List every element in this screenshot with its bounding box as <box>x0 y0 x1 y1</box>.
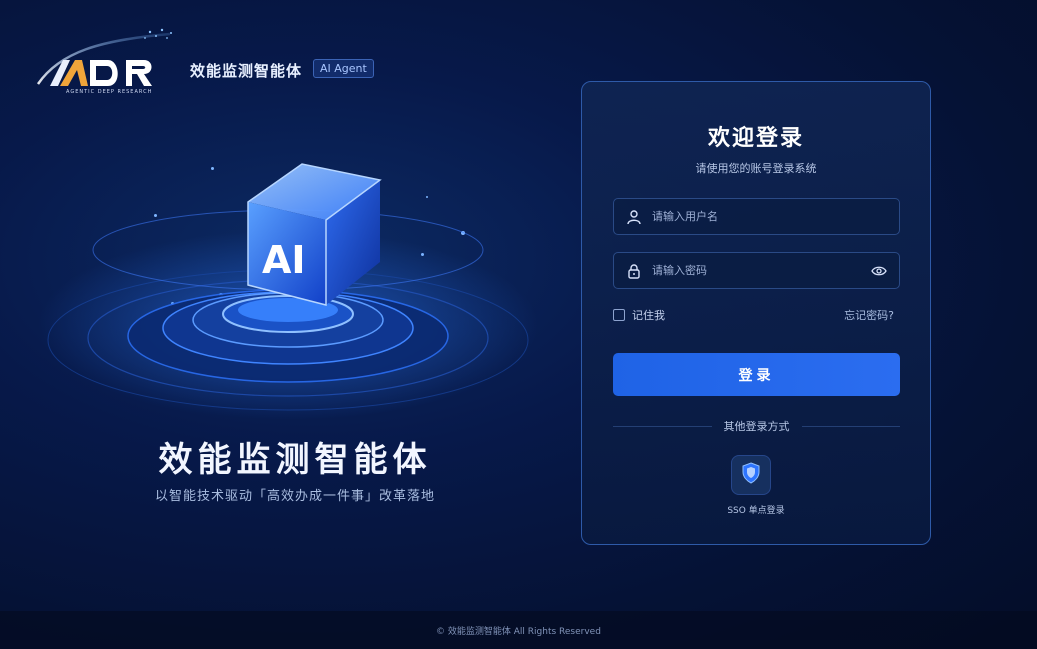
hero-title: 效能监测智能体 <box>158 440 432 480</box>
username-field[interactable] <box>613 198 900 235</box>
remember-label: 记住我 <box>632 309 665 322</box>
lock-icon <box>626 263 642 279</box>
login-button[interactable]: 登录 <box>613 353 900 396</box>
password-input[interactable] <box>652 264 871 277</box>
login-subtitle: 请使用您的账号登录系统 <box>695 162 817 175</box>
other-login-label: 其他登录方式 <box>723 420 790 433</box>
hero-illustration: AI <box>30 140 560 430</box>
user-icon <box>626 209 642 225</box>
sso-label: SSO 单点登录 <box>727 506 785 516</box>
copyright-text: © 效能监测智能体 All Rights Reserved <box>436 626 601 637</box>
other-login-divider: 其他登录方式 <box>613 420 900 433</box>
footer: © 效能监测智能体 All Rights Reserved <box>0 611 1037 649</box>
cube-ai-label: AI <box>262 238 306 282</box>
logo-subtitle: AGENTIC DEEP RESEARCH <box>66 89 152 95</box>
remember-me[interactable]: 记住我 <box>613 307 665 323</box>
adr-logo: AGENTIC DEEP RESEARCH <box>30 22 175 97</box>
forgot-password-link[interactable]: 忘记密码? <box>844 307 894 323</box>
username-input[interactable] <box>652 210 887 223</box>
shield-icon <box>741 462 761 488</box>
eye-icon[interactable] <box>871 263 887 279</box>
brand-title: 效能监测智能体 <box>190 62 303 80</box>
ai-agent-badge: AI Agent <box>313 59 374 78</box>
login-card: 欢迎登录 请使用您的账号登录系统 记住我 忘记密码? 登录 其他登录方式 SSO… <box>581 81 931 545</box>
password-field[interactable] <box>613 252 900 289</box>
sso-login-button[interactable] <box>731 455 771 495</box>
hero-subtitle: 以智能技术驱动「高效办成一件事」改革落地 <box>154 489 435 504</box>
login-title: 欢迎登录 <box>707 126 804 151</box>
remember-checkbox[interactable] <box>613 309 625 321</box>
